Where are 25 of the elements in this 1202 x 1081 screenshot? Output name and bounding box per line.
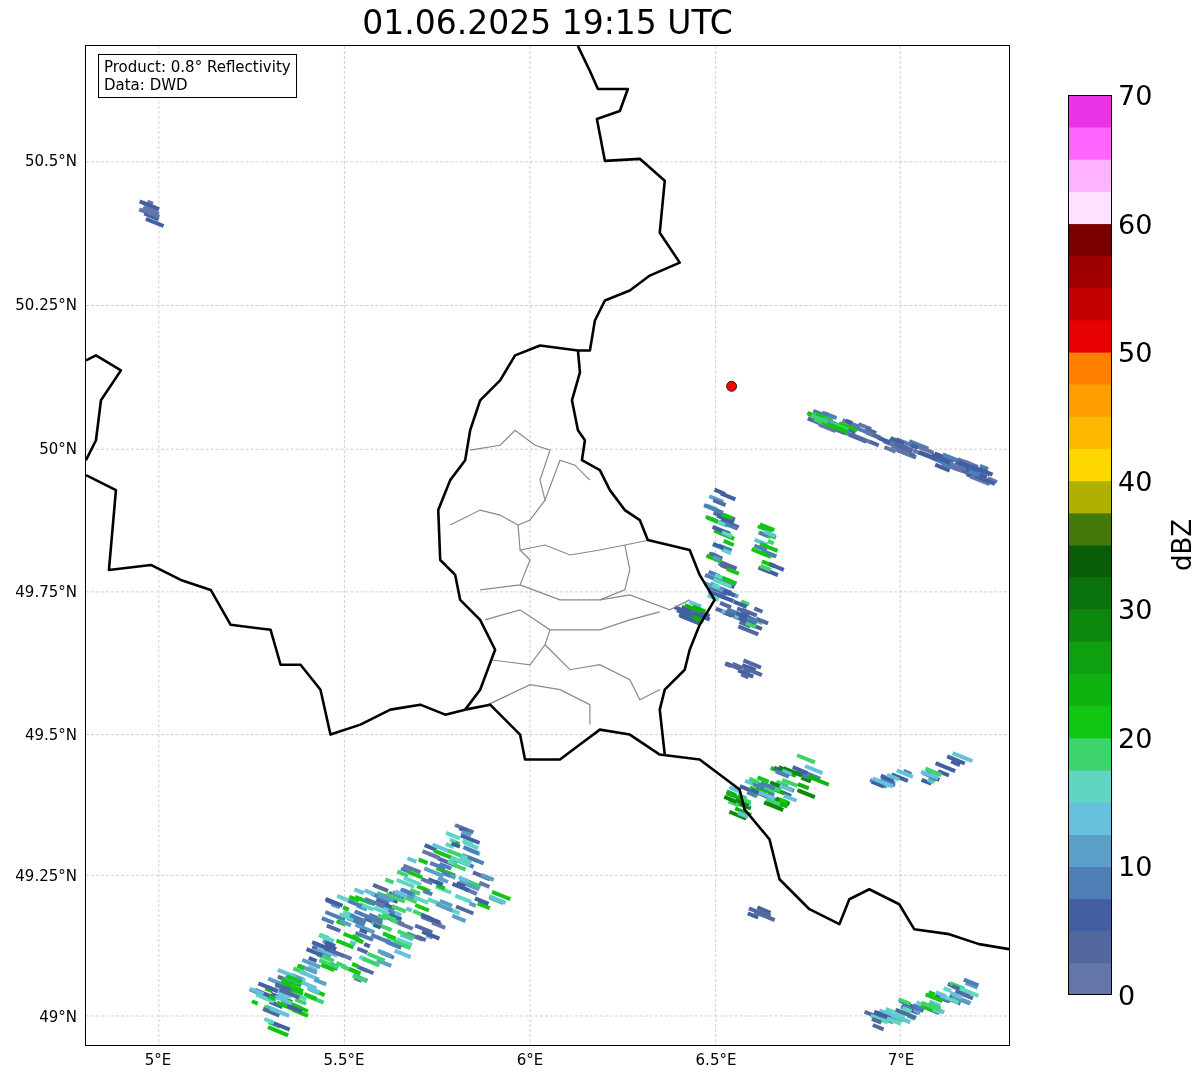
longitude-label: 7°E [887,1051,915,1069]
location-marker [726,380,737,392]
longitude-label: 6°E [516,1051,544,1069]
longitude-label: 5.5°E [323,1051,365,1069]
legend-text: Product: 0.8° Reflectivity [104,58,291,76]
colorbar-tick-label: 20 [1118,722,1153,754]
colorbar-tick-label: 40 [1118,465,1153,497]
longitude-label: 5°E [144,1051,172,1069]
latitude-label: 50.5°N [24,152,77,170]
latitude-label: 49.5°N [24,726,77,744]
legend-text: Data: DWD [104,76,189,94]
colorbar-tick-label: 0 [1118,979,1136,1011]
latitude-label: 50°N [39,440,77,458]
colorbar-tick-label: 70 [1118,79,1153,111]
longitude-label: 6.5°E [695,1051,737,1069]
colorbar-tick-label: 10 [1118,850,1153,882]
latitude-label: 49.25°N [15,867,77,885]
colorbar-tick-label: 60 [1118,208,1153,240]
colorbar-label: dBZ [1167,518,1197,572]
chart-title: 01.06.2025 19:15 UTC [362,3,733,42]
colorbar-tick-label: 30 [1118,593,1153,625]
latitude-label: 50.25°N [15,296,77,314]
latitude-label: 49.75°N [15,583,77,601]
latitude-label: 49°N [39,1008,77,1026]
colorbar-tick-label: 50 [1118,336,1153,368]
